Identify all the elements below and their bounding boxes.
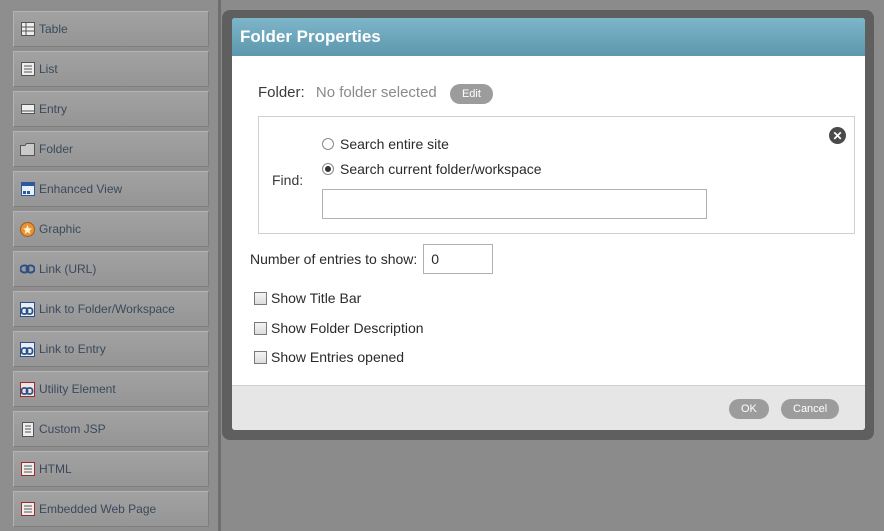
palette-item-label: Link to Entry [39,342,106,356]
palette-item-label: Enhanced View [39,182,123,196]
palette-item-embedded-page[interactable]: Embedded Web Page [13,491,209,527]
checkbox-label: Show Folder Description [271,320,424,336]
cancel-button[interactable]: Cancel [781,399,840,419]
palette-item-label: Graphic [39,222,82,236]
checkbox-show-title-bar[interactable]: Show Title Bar [254,290,361,306]
folder-row: Folder: No folder selected Edit [258,84,493,104]
palette-item-label: Entry [39,102,68,116]
palette-item-list[interactable]: List [13,51,209,87]
checkbox-show-folder-description[interactable]: Show Folder Description [254,320,424,336]
dialog-header[interactable]: Folder Properties [232,18,865,56]
list-icon [20,62,35,77]
checkbox[interactable] [254,291,267,305]
palette-divider [218,0,221,531]
palette-item-html[interactable]: HTML [13,451,209,487]
radio-button-selected[interactable] [322,163,334,175]
palette-item-table[interactable]: Table [13,11,209,47]
palette-item-label: Utility Element [39,382,116,396]
palette-item-utility[interactable]: Utility Element [13,371,209,407]
palette-item-link-folder[interactable]: Link to Folder/Workspace [13,291,209,327]
palette-item-label: Table [39,22,68,36]
entry-icon [20,102,35,117]
find-panel: ✕ Find: Search entire site Search curren… [258,116,855,234]
palette-item-graphic[interactable]: Graphic [13,211,209,247]
enhanced-view-icon [20,182,35,197]
link-entry-icon [20,341,35,357]
element-palette: Table List Entry Folder Enhanced View Gr… [0,0,218,531]
palette-item-custom-jsp[interactable]: Custom JSP [13,411,209,447]
dialog-footer: OK Cancel [232,385,865,430]
close-icon[interactable]: ✕ [829,127,846,144]
checkbox-label: Show Entries opened [271,349,405,365]
link-folder-icon [20,301,35,317]
radio-search-site[interactable]: Search entire site [322,136,449,152]
palette-item-enhanced-view[interactable]: Enhanced View [13,171,209,207]
palette-item-folder[interactable]: Folder [13,131,209,167]
palette-item-label: Link to Folder/Workspace [39,302,175,316]
utility-icon [20,381,35,397]
custom-jsp-icon [20,421,35,437]
palette-item-label: Embedded Web Page [39,502,157,516]
radio-label: Search current folder/workspace [340,161,542,177]
radio-search-folder[interactable]: Search current folder/workspace [322,161,542,177]
palette-item-entry[interactable]: Entry [13,91,209,127]
folder-value: No folder selected [315,84,437,101]
find-label: Find: [272,172,304,188]
ok-button[interactable]: OK [729,399,769,419]
html-icon [20,462,35,477]
radio-button[interactable] [322,138,334,150]
dialog-title: Folder Properties [240,27,381,46]
edit-button[interactable]: Edit [449,84,493,104]
palette-item-label: Custom JSP [39,422,106,436]
find-input[interactable] [322,189,707,219]
link-icon [20,262,35,277]
palette-item-label: Folder [39,142,74,156]
table-icon [20,22,35,37]
palette-item-label: HTML [39,462,72,476]
checkbox[interactable] [254,321,267,335]
folder-icon [20,142,35,157]
folder-label: Folder: [258,84,305,101]
radio-label: Search entire site [340,136,449,152]
checkbox[interactable] [254,350,267,364]
graphic-icon [20,221,35,237]
palette-item-link-entry[interactable]: Link to Entry [13,331,209,367]
entries-row: Number of entries to show: 0 [250,244,494,274]
folder-properties-dialog: Folder Properties Folder: No folder sele… [232,18,865,430]
checkbox-label: Show Title Bar [271,290,362,306]
entries-input[interactable]: 0 [423,244,494,274]
palette-item-label: List [39,62,58,76]
palette-item-link-url[interactable]: Link (URL) [13,251,209,287]
checkbox-show-entries-opened[interactable]: Show Entries opened [254,349,404,365]
palette-item-label: Link (URL) [39,262,97,276]
embedded-page-icon [20,502,35,517]
entries-label: Number of entries to show: [250,251,418,267]
